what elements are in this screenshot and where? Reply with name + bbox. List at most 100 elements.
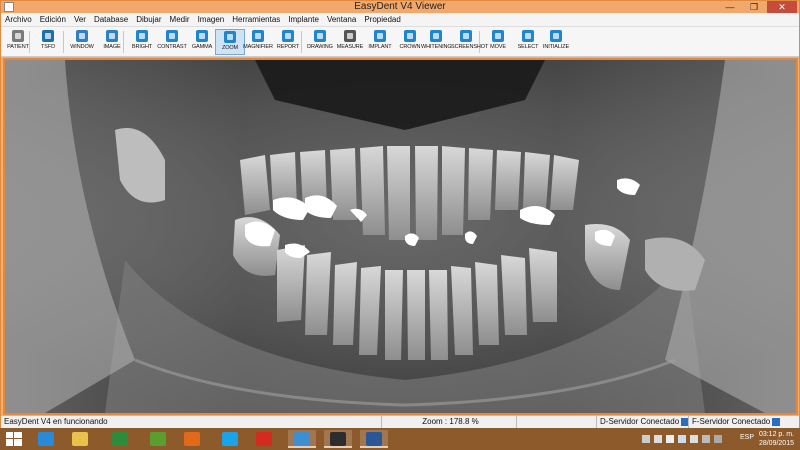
initialize-button[interactable]: INITIALIZE (541, 29, 571, 55)
patient-icon (12, 30, 24, 42)
whitening-button[interactable]: WHITENING (421, 29, 452, 55)
whitening-icon (430, 30, 442, 42)
move-button[interactable]: MOVE (483, 29, 513, 55)
status-message: EasyDent V4 en funcionando (4, 417, 108, 426)
screenshot-icon (460, 30, 472, 42)
input-language[interactable]: ESP (740, 434, 754, 441)
measure-icon (344, 30, 356, 42)
f-server-icon (772, 417, 781, 426)
minimize-button[interactable]: — (719, 1, 741, 13)
f-server-status: F-Servidor Conectado (688, 416, 799, 428)
menu-medir[interactable]: Medir (166, 13, 194, 26)
xray-viewer[interactable] (3, 58, 798, 415)
window-button[interactable]: WINDOW (67, 29, 97, 55)
start-windows-icon[interactable] (6, 432, 22, 446)
gamma-icon (196, 30, 208, 42)
contrast-button[interactable]: CONTRAST (157, 29, 187, 55)
close-button[interactable]: ✕ (767, 1, 797, 13)
measure-button[interactable]: MEASURE (335, 29, 365, 55)
toolbar-label: IMPLANT (368, 44, 392, 50)
tsfd-button[interactable]: TSFD (33, 29, 63, 55)
app-window: EasyDent V4 Viewer — ❐ ✕ Archivo Edición V… (0, 0, 800, 428)
toolbar-label: MAGNIFIER (243, 44, 273, 50)
menu-archivo[interactable]: Archivo (1, 13, 36, 26)
toolbar-label: CONTRAST (157, 44, 187, 50)
battery-icon[interactable] (714, 435, 722, 443)
drawing-icon (314, 30, 326, 42)
crown-icon (404, 30, 416, 42)
signal-icon[interactable] (678, 435, 686, 443)
taskbar-app-file-explorer[interactable] (66, 430, 94, 448)
implant-icon (374, 30, 386, 42)
gamma-button[interactable]: GAMMA (187, 29, 217, 55)
taskbar-app-word[interactable] (360, 430, 388, 448)
screenshot-button[interactable]: SCREENSHOT (451, 29, 489, 55)
volume-icon[interactable] (690, 435, 698, 443)
toolbar-label: SCREENSHOT (451, 44, 489, 50)
status-bar: EasyDent V4 en funcionando Zoom : 178.8 … (1, 415, 799, 428)
tray-arrow-icon[interactable] (642, 435, 650, 443)
toolbar: PATIENT TSFD WINDOW IMAGE BRIGHT CONTRAST GAMM… (1, 27, 799, 57)
w-app-icon (150, 432, 166, 446)
taskbar-app-viewer[interactable] (288, 430, 316, 448)
menu-dibujar[interactable]: Dibujar (132, 13, 165, 26)
drawing-button[interactable]: DRAWING (305, 29, 335, 55)
zoom-readout: Zoom : 178.8 % (381, 416, 516, 428)
menu-imagen[interactable]: Imagen (194, 13, 229, 26)
system-tray: ESP 03:12 p. m. 28/09/2015 (630, 428, 800, 450)
patient-button[interactable]: PATIENT (3, 29, 33, 55)
window-title: EasyDent V4 Viewer (354, 1, 446, 12)
taskbar-app-acrobat[interactable] (250, 430, 278, 448)
taskbar-app-internet-explorer[interactable] (32, 430, 60, 448)
window-icon (76, 30, 88, 42)
taskbar: ESP 03:12 p. m. 28/09/2015 (0, 428, 800, 450)
zoom-icon (224, 31, 236, 43)
move-icon (492, 30, 504, 42)
report-icon (282, 30, 294, 42)
internet-explorer-icon (38, 432, 54, 446)
menu-database[interactable]: Database (90, 13, 132, 26)
image-button[interactable]: IMAGE (97, 29, 127, 55)
report-button[interactable]: REPORT (273, 29, 303, 55)
toolbar-label: WHITENING (421, 44, 452, 50)
display-icon[interactable] (702, 435, 710, 443)
network-icon[interactable] (666, 435, 674, 443)
image-icon (106, 30, 118, 42)
taskbar-app-easydent[interactable] (324, 430, 352, 448)
select-button[interactable]: SELECT (513, 29, 543, 55)
project-icon (112, 432, 128, 446)
toolbar-label: WINDOW (70, 44, 94, 50)
menu-edición[interactable]: Edición (36, 13, 70, 26)
menu-ventana[interactable]: Ventana (323, 13, 360, 26)
restore-button[interactable]: ❐ (743, 1, 765, 13)
flag-icon[interactable] (654, 435, 662, 443)
clock[interactable]: 03:12 p. m. 28/09/2015 (759, 430, 794, 448)
acrobat-icon (256, 432, 272, 446)
menu-ver[interactable]: Ver (70, 13, 90, 26)
toolbar-label: BRIGHT (131, 44, 153, 50)
d-server-status: D-Servidor Conectado (596, 416, 690, 428)
toolbar-label: TSFD (41, 44, 55, 50)
menu-herramientas[interactable]: Herramientas (228, 13, 284, 26)
taskbar-app-project[interactable] (106, 430, 134, 448)
toolbar-label: PATIENT (7, 44, 29, 50)
bright-button[interactable]: BRIGHT (127, 29, 157, 55)
toolbar-label: MOVE (490, 44, 506, 50)
contrast-icon (166, 30, 178, 42)
taskbar-app-w-app[interactable] (144, 430, 172, 448)
skype-icon (222, 432, 238, 446)
menu-propiedad[interactable]: Propiedad (360, 13, 404, 26)
f-server-label: F-Servidor Conectado (692, 417, 771, 426)
file-explorer-icon (72, 432, 88, 446)
menu-bar: Archivo Edición Ver Database Dibujar Medir Ima… (1, 13, 799, 27)
initialize-icon (550, 30, 562, 42)
magnifier-button[interactable]: MAGNIFIER (243, 29, 273, 55)
taskbar-app-firefox[interactable] (178, 430, 206, 448)
word-icon (366, 432, 382, 446)
zoom-button[interactable]: ZOOM (215, 29, 245, 55)
d-server-label: D-Servidor Conectado (600, 417, 680, 426)
implant-button[interactable]: IMPLANT (365, 29, 395, 55)
viewer-icon (294, 432, 310, 446)
menu-implante[interactable]: Implante (284, 13, 323, 26)
taskbar-app-skype[interactable] (216, 430, 244, 448)
